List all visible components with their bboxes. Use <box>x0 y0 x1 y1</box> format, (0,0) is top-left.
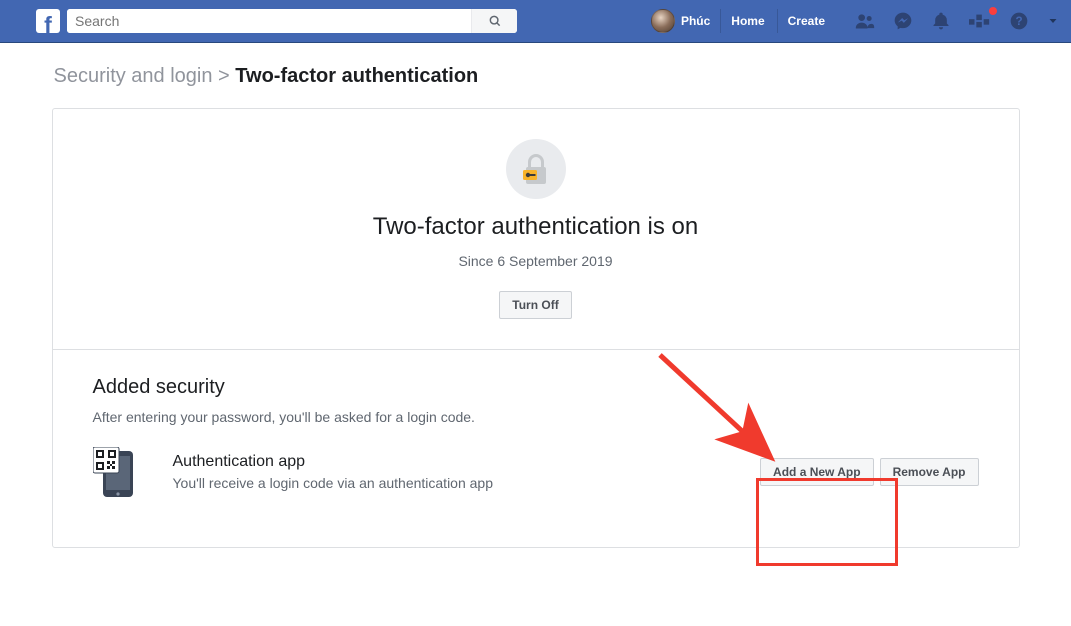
nav-home[interactable]: Home <box>720 9 774 33</box>
topbar: f Phúc Home Create <box>0 0 1071 43</box>
account-menu-icon[interactable] <box>1047 15 1059 27</box>
friend-requests-icon[interactable] <box>855 11 875 31</box>
breadcrumb-parent[interactable]: Security and login <box>54 65 213 87</box>
messenger-icon[interactable] <box>893 11 913 31</box>
search-wrap <box>67 9 517 33</box>
remove-app-button[interactable]: Remove App <box>880 458 979 486</box>
turn-off-button[interactable]: Turn Off <box>499 291 571 319</box>
svg-text:?: ? <box>1015 15 1022 28</box>
breadcrumb-current: Two-factor authentication <box>235 65 478 87</box>
tfa-title: Two-factor authentication is on <box>77 213 995 241</box>
breadcrumb: Security and login > Two-factor authenti… <box>52 65 1020 88</box>
auth-app-row: Authentication app You'll receive a logi… <box>93 447 979 497</box>
notifications-icon[interactable] <box>931 11 951 31</box>
tfa-card: Two-factor authentication is on Since 6 … <box>52 108 1020 548</box>
auth-app-icon <box>93 447 153 497</box>
auth-app-title: Authentication app <box>173 453 494 471</box>
facebook-logo[interactable]: f <box>36 9 60 33</box>
tfa-since: Since 6 September 2019 <box>77 253 995 269</box>
add-new-app-button[interactable]: Add a New App <box>760 458 874 486</box>
help-icon[interactable]: ? <box>1009 11 1029 31</box>
avatar <box>651 9 675 33</box>
nav-create[interactable]: Create <box>777 9 835 33</box>
quick-help-icon[interactable] <box>969 11 991 31</box>
profile-link[interactable]: Phúc <box>643 9 718 33</box>
auth-app-desc: You'll receive a login code via an authe… <box>173 475 494 491</box>
search-icon <box>488 14 502 28</box>
search-button[interactable] <box>471 9 517 33</box>
notification-badge <box>989 7 997 15</box>
lock-icon <box>506 139 566 199</box>
added-security-title: Added security <box>93 376 979 399</box>
profile-name: Phúc <box>681 14 710 28</box>
search-input[interactable] <box>67 9 471 33</box>
added-security-desc: After entering your password, you'll be … <box>93 409 979 425</box>
breadcrumb-sep: > <box>218 65 230 87</box>
